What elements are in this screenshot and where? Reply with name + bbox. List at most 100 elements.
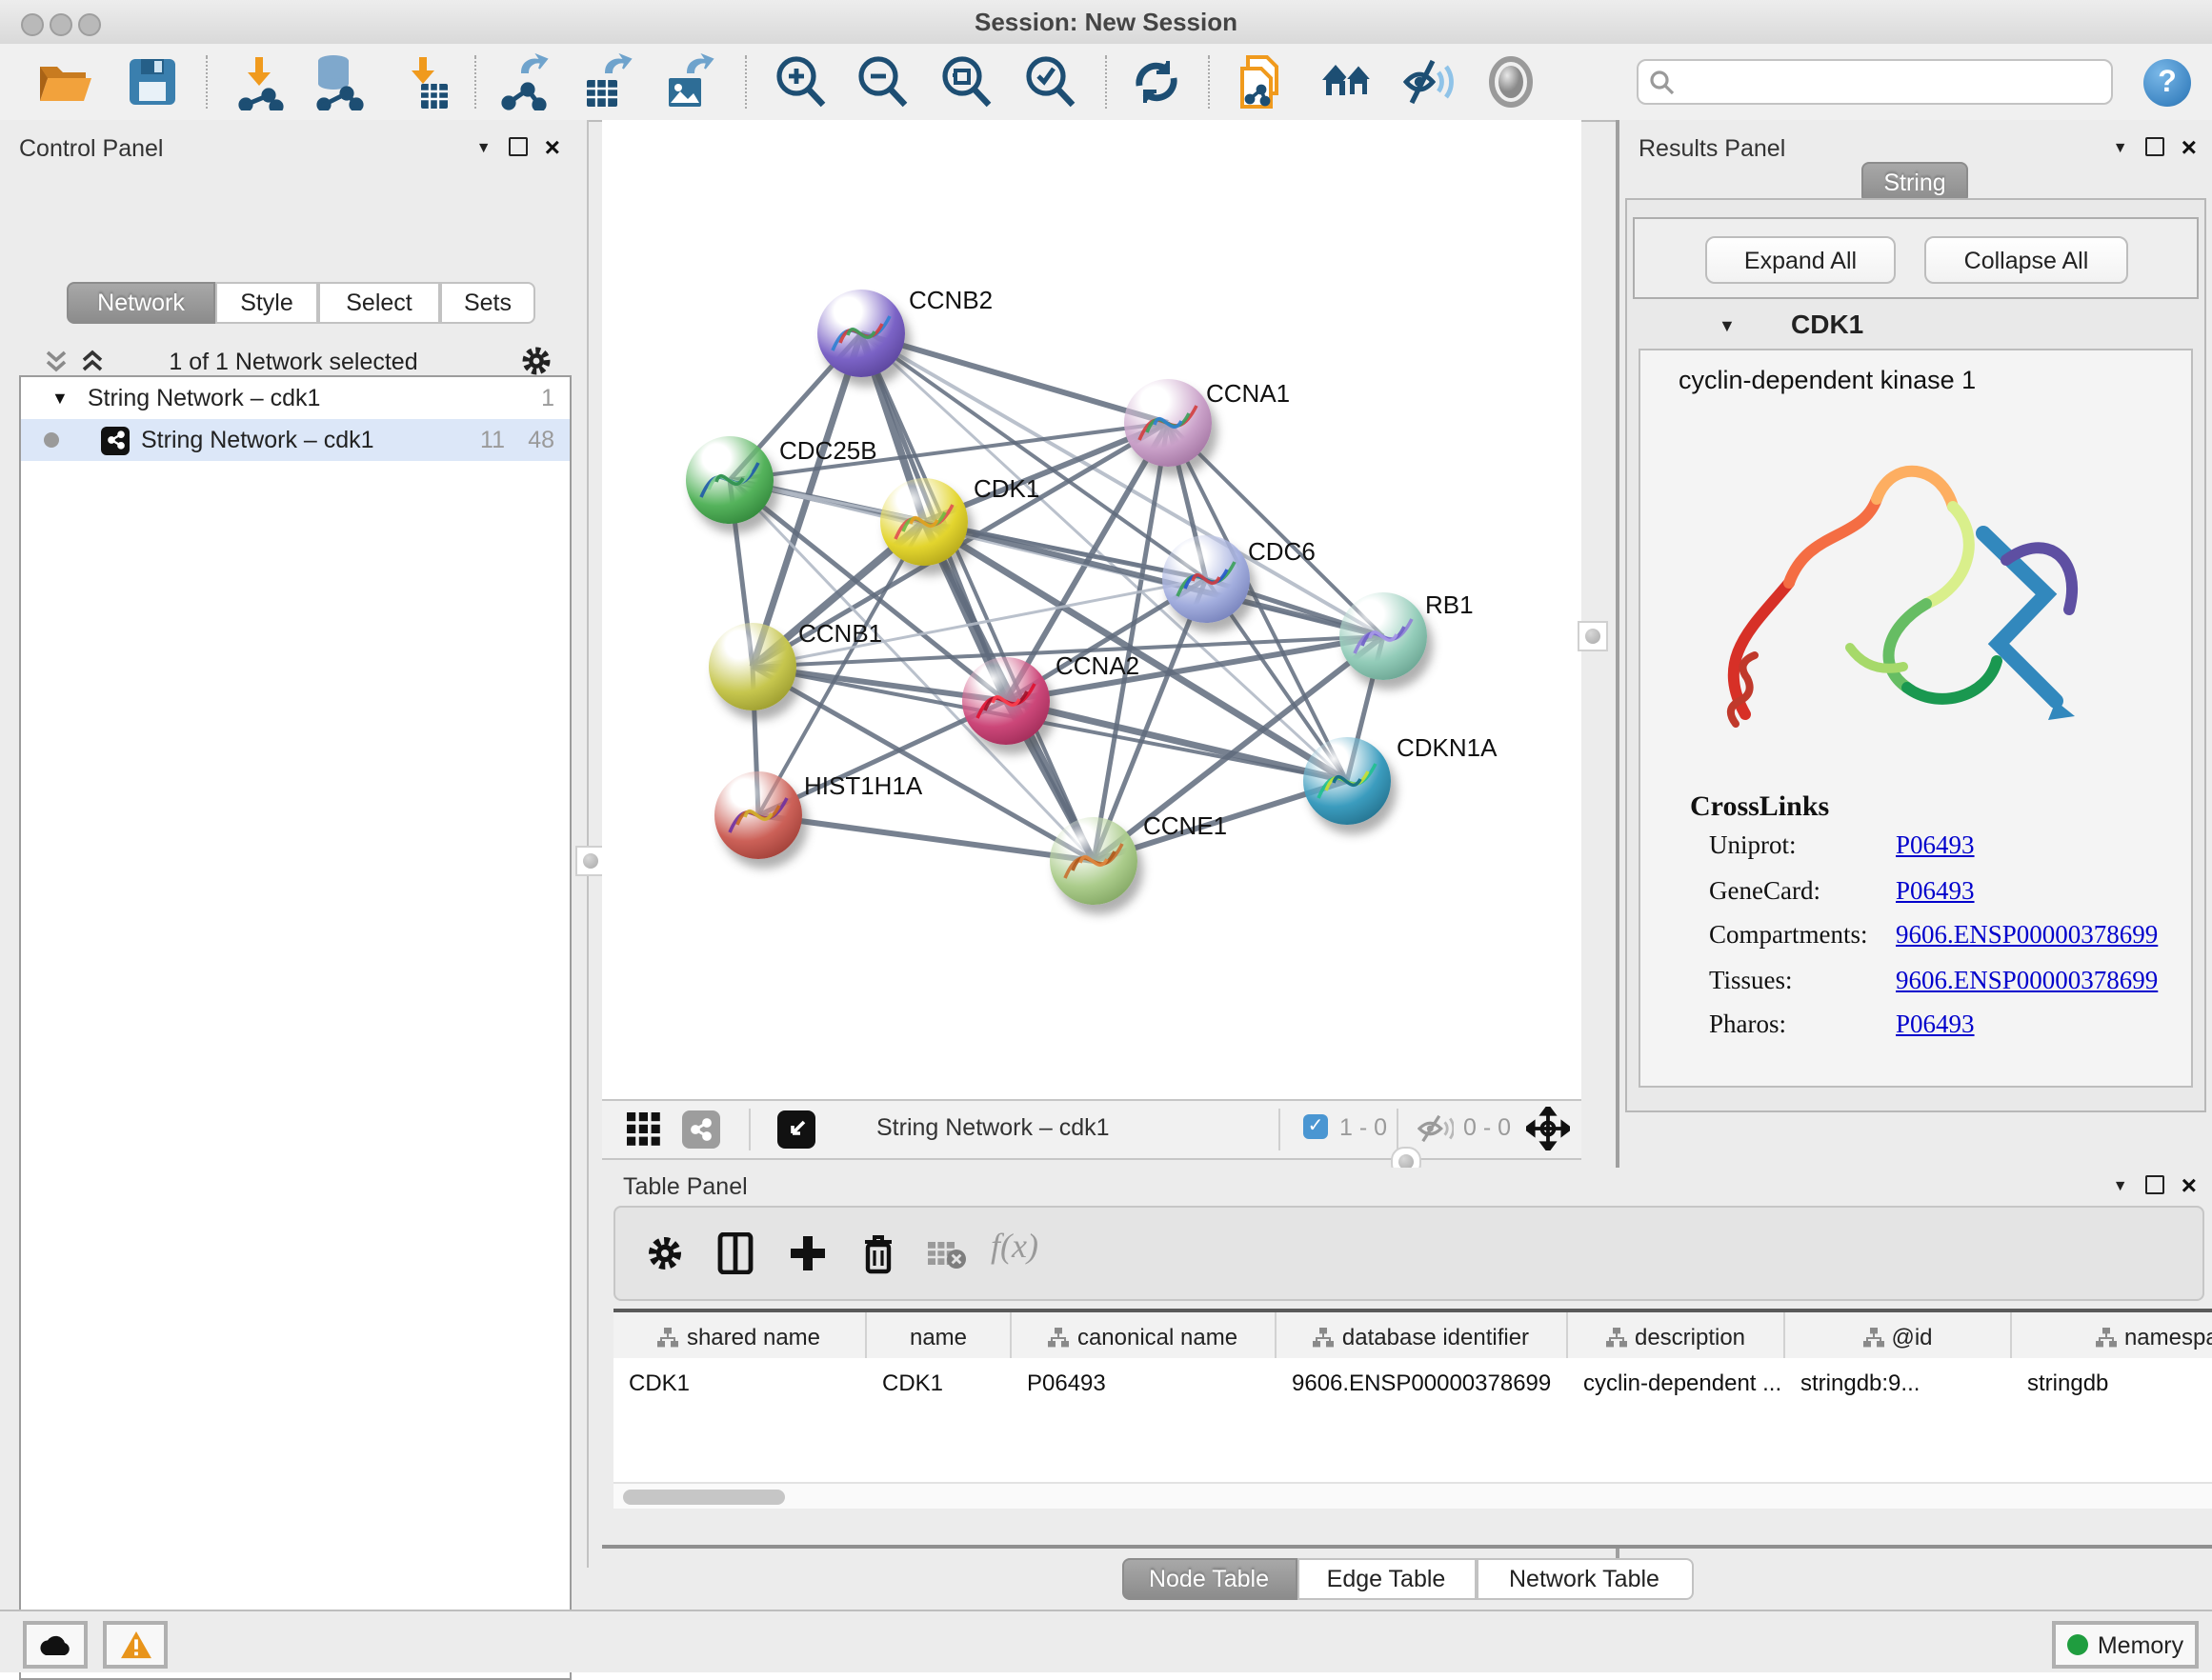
node-CCNB2[interactable]: [817, 290, 905, 377]
export-network-icon[interactable]: [495, 53, 553, 110]
node-CDC25B[interactable]: [686, 436, 774, 524]
memory-label: Memory: [2098, 1631, 2183, 1658]
node-RB1[interactable]: [1339, 592, 1427, 680]
column-label: database identifier: [1342, 1324, 1529, 1350]
edge-CCNA2-CDKN1A[interactable]: [1006, 701, 1347, 781]
show-graphics-details-icon[interactable]: [1482, 53, 1539, 110]
crosslink-value-link[interactable]: 9606.ENSP00000378699: [1896, 965, 2158, 995]
warnings-button[interactable]: [103, 1621, 168, 1669]
control-panel-float-icon[interactable]: [509, 137, 528, 156]
control-panel-close-icon[interactable]: ×: [545, 137, 560, 156]
table-panel-close-icon[interactable]: ×: [2182, 1175, 2197, 1194]
tab-select[interactable]: Select: [318, 282, 440, 324]
node-CCNE1[interactable]: [1050, 817, 1137, 905]
edge-HIST1H1A-CCNE1[interactable]: [758, 815, 1094, 861]
tab-edge-table[interactable]: Edge Table: [1297, 1558, 1476, 1600]
gene-description: cyclin-dependent kinase 1: [1679, 366, 1976, 394]
current-network-dot-icon: [44, 432, 59, 448]
collection-collapse-icon[interactable]: ▼: [51, 389, 69, 408]
crosslink-label: Uniprot:: [1709, 830, 1797, 861]
save-session-icon[interactable]: [124, 53, 181, 110]
tab-network-table[interactable]: Network Table: [1476, 1558, 1693, 1600]
network-canvas[interactable]: CCNB2CCNA1CDC25BCDK1CDC6RB1CCNB1CCNA2CDK…: [602, 120, 1581, 1099]
show-columns-icon[interactable]: [716, 1232, 754, 1274]
memory-button[interactable]: Memory: [2052, 1621, 2199, 1669]
node-CCNB1[interactable]: [709, 623, 796, 710]
show-all-houses-icon[interactable]: [1318, 53, 1376, 110]
column-header--id[interactable]: @id: [1785, 1312, 2012, 1362]
results-panel-float-icon[interactable]: [2145, 137, 2164, 156]
selected-checkbox-icon[interactable]: ✓: [1303, 1114, 1328, 1139]
gene-collapse-icon[interactable]: ▼: [1719, 316, 1736, 335]
network-collection-row[interactable]: ▼ String Network – cdk1 1: [21, 377, 570, 419]
column-header-database-identifier[interactable]: database identifier: [1277, 1312, 1568, 1362]
crosslink-value-link[interactable]: P06493: [1896, 875, 1975, 906]
column-header-name[interactable]: name: [867, 1312, 1012, 1362]
collapse-all-button[interactable]: Collapse All: [1924, 236, 2128, 284]
export-image-icon[interactable]: [661, 53, 718, 110]
expand-all-button[interactable]: Expand All: [1705, 236, 1896, 284]
node-CCNA1[interactable]: [1124, 379, 1212, 467]
table-settings-gear-icon[interactable]: [646, 1234, 684, 1272]
control-panel-menu-icon[interactable]: ▼: [476, 138, 492, 155]
open-session-icon[interactable]: [36, 53, 93, 110]
gene-name: CDK1: [1791, 309, 1863, 339]
hidden-counts: 0 - 0: [1463, 1114, 1511, 1141]
open-in-window-icon[interactable]: [777, 1110, 815, 1149]
column-header-namespace[interactable]: namespace: [2012, 1312, 2212, 1362]
table-horizontal-scrollbar[interactable]: [613, 1482, 2212, 1509]
network-options-gear-icon[interactable]: [520, 345, 553, 377]
table-panel-float-icon[interactable]: [2145, 1175, 2164, 1194]
tab-node-table[interactable]: Node Table: [1121, 1558, 1297, 1600]
refresh-view-icon[interactable]: [1128, 53, 1185, 110]
zoom-in-icon[interactable]: [772, 53, 829, 110]
export-table-icon[interactable]: [579, 53, 636, 110]
table-cell[interactable]: cyclin-dependent ...: [1583, 1370, 1781, 1396]
crosslink-value-link[interactable]: P06493: [1896, 830, 1975, 861]
string-view-share-icon[interactable]: [682, 1110, 720, 1149]
import-network-from-file-icon[interactable]: [231, 53, 288, 110]
node-label-CCNB1: CCNB1: [798, 619, 882, 648]
scrollbar-thumb[interactable]: [623, 1489, 785, 1504]
import-table-from-file-icon[interactable]: [394, 53, 452, 110]
cloud-button[interactable]: [23, 1621, 88, 1669]
fit-selected-crosshair-icon[interactable]: [1526, 1107, 1570, 1150]
grid-icon[interactable]: [627, 1112, 661, 1147]
node-CDKN1A[interactable]: [1303, 737, 1391, 825]
zoom-fit-content-icon[interactable]: [937, 53, 995, 110]
column-header-canonical-name[interactable]: canonical name: [1012, 1312, 1277, 1362]
clone-network-icon[interactable]: [1233, 53, 1290, 110]
right-splitter-handle[interactable]: [1578, 621, 1608, 651]
node-CCNA2[interactable]: [962, 657, 1050, 745]
table-cell[interactable]: stringdb: [2027, 1370, 2108, 1396]
create-column-plus-icon[interactable]: [787, 1232, 829, 1274]
network-row-selected[interactable]: String Network – cdk1 11 48: [21, 419, 570, 461]
column-header-shared-name[interactable]: shared name: [613, 1312, 867, 1362]
node-HIST1H1A[interactable]: [714, 771, 802, 859]
node-CDK1[interactable]: [880, 478, 968, 566]
column-header-description[interactable]: description: [1568, 1312, 1785, 1362]
table-cell[interactable]: 9606.ENSP00000378699: [1292, 1370, 1551, 1396]
table-cell[interactable]: stringdb:9...: [1800, 1370, 1920, 1396]
help-icon[interactable]: ?: [2143, 59, 2191, 107]
node-CDC6[interactable]: [1162, 535, 1250, 623]
import-network-from-database-icon[interactable]: [309, 53, 366, 110]
crosslink-value-link[interactable]: P06493: [1896, 1010, 1975, 1040]
search-input[interactable]: [1684, 63, 2101, 101]
results-panel-menu-icon[interactable]: ▼: [2113, 138, 2128, 155]
table-cell[interactable]: CDK1: [629, 1370, 690, 1396]
zoom-out-icon[interactable]: [854, 53, 911, 110]
hide-selected-eye-slash-icon[interactable]: [1400, 53, 1458, 110]
zoom-selected-icon[interactable]: [1021, 53, 1078, 110]
table-cell[interactable]: P06493: [1027, 1370, 1106, 1396]
gene-entry-header[interactable]: ▼ CDK1: [1633, 303, 2195, 349]
table-panel-menu-icon[interactable]: ▼: [2113, 1176, 2128, 1193]
tab-sets[interactable]: Sets: [440, 282, 535, 324]
tab-network[interactable]: Network: [67, 282, 215, 324]
tab-style[interactable]: Style: [215, 282, 318, 324]
table-cell[interactable]: CDK1: [882, 1370, 943, 1396]
results-panel-close-icon[interactable]: ×: [2182, 137, 2197, 156]
delete-column-trash-icon[interactable]: [859, 1230, 897, 1276]
edge-CCNB2-CCNA1[interactable]: [861, 333, 1168, 423]
crosslink-value-link[interactable]: 9606.ENSP00000378699: [1896, 920, 2158, 950]
